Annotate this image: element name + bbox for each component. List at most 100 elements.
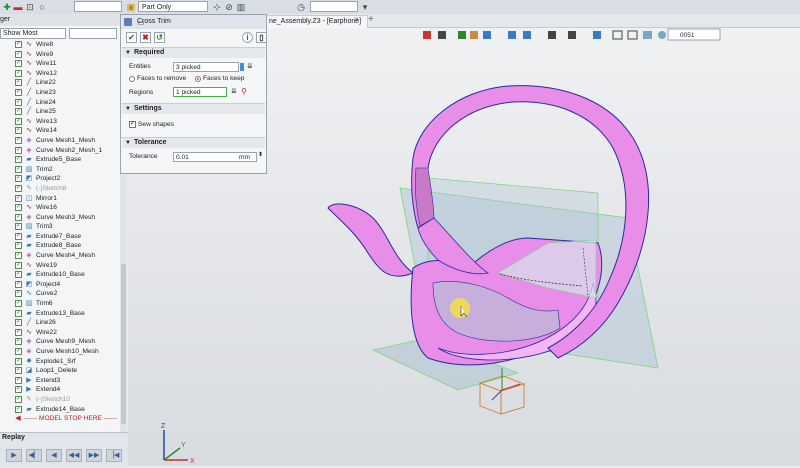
- tree-item[interactable]: ✓ ◪ Loop1_Delete: [0, 366, 120, 376]
- tolerance-section[interactable]: ▼ Tolerance: [122, 137, 265, 148]
- tree-item[interactable]: ✓ ╱ Line24: [0, 98, 120, 108]
- tree-item[interactable]: ✓ ▶ Extend4: [0, 385, 120, 395]
- tree-item-checkbox[interactable]: ✓: [15, 213, 22, 221]
- tree-item-checkbox[interactable]: ✓: [15, 156, 22, 164]
- circle-icon[interactable]: ○: [37, 2, 47, 12]
- required-section[interactable]: ▼ Required: [122, 47, 265, 58]
- dialog-close-icon[interactable]: ▭: [137, 16, 262, 30]
- clock-icon[interactable]: ◷: [296, 2, 306, 12]
- tree-item[interactable]: ✓ ∿ Wire16: [0, 203, 120, 213]
- tab-earphone[interactable]: ne_Assembly.Z3 - [Earphone]: [262, 15, 369, 28]
- tree-item[interactable]: ✓ ∿ Wire19: [0, 261, 120, 271]
- tree-item-checkbox[interactable]: ✓: [15, 146, 22, 154]
- view-tool-icon[interactable]: [593, 31, 601, 39]
- tree-item[interactable]: ✓ ▰ Extrude8_Base: [0, 241, 120, 251]
- replay-play-button[interactable]: ▶: [6, 449, 22, 462]
- tree-search-input[interactable]: [69, 28, 117, 39]
- settings-section[interactable]: ▼ Settings: [122, 103, 265, 114]
- apply-button[interactable]: ↺: [154, 32, 165, 43]
- tree-item[interactable]: ✓ ◈ Curve Mesh10_Mesh: [0, 347, 120, 357]
- tree-item[interactable]: ✓ ▰ Extrude14_Base: [0, 405, 120, 415]
- tree-item-checkbox[interactable]: ✓: [15, 117, 22, 125]
- tree-item[interactable]: ✓ ▰ Extrude5_Base: [0, 155, 120, 165]
- tree-item[interactable]: ✓ ◈ Curve Mesh9_Mesh: [0, 337, 120, 347]
- add-tab-icon[interactable]: +: [368, 14, 374, 25]
- tree-item[interactable]: ✓ ∿ Wire12: [0, 69, 120, 79]
- tree-item[interactable]: ✓ ╱ Line23: [0, 88, 120, 98]
- tree-item[interactable]: ✓ ✎ (-)Sketch8: [0, 184, 120, 194]
- history-dropdown[interactable]: [310, 1, 358, 12]
- tree-item[interactable]: ✓ ╱ Line22: [0, 78, 120, 88]
- tree-item[interactable]: ✓ ╱ Line26: [0, 318, 120, 328]
- sew-shapes-checkbox[interactable]: ✓: [129, 121, 136, 128]
- tree-item[interactable]: ✓ ▨ Trim6: [0, 299, 120, 309]
- tree-item-checkbox[interactable]: ✓: [15, 367, 22, 375]
- regions-expand-icon[interactable]: ⇊: [231, 87, 237, 95]
- tree-item-checkbox[interactable]: ✓: [15, 290, 22, 298]
- tree-item[interactable]: ✓ ✎ (-)Sketch10: [0, 395, 120, 405]
- tree-item-checkbox[interactable]: ✓: [15, 60, 22, 68]
- tree-item-checkbox[interactable]: ✓: [15, 300, 22, 308]
- tree-item[interactable]: ✓ ∿ Wire9: [0, 50, 120, 60]
- tree-item[interactable]: ✓ ◩ Project4: [0, 280, 120, 290]
- block-icon[interactable]: ⊘: [224, 2, 234, 12]
- tree-item-checkbox[interactable]: ✓: [15, 338, 22, 346]
- tree-item-checkbox[interactable]: ✓: [15, 184, 22, 192]
- tree-item[interactable]: ✓ ◈ Curve Mesh2_Mesh_1: [0, 146, 120, 156]
- tree-item-checkbox[interactable]: ✓: [15, 309, 22, 317]
- tree-item-checkbox[interactable]: ✓: [15, 261, 22, 269]
- tree-item-checkbox[interactable]: ✓: [15, 79, 22, 87]
- tree-item-checkbox[interactable]: ✓: [15, 194, 22, 202]
- tree-item[interactable]: ✓ ∿ Wire22: [0, 328, 120, 338]
- replay-step-back-button[interactable]: ◀▏: [26, 449, 42, 462]
- pick-icon[interactable]: ▥: [236, 2, 246, 12]
- tree-item[interactable]: ✓ ∿ Curve2: [0, 289, 120, 299]
- tree-item-checkbox[interactable]: ✓: [15, 98, 22, 106]
- tree-item-checkbox[interactable]: ✓: [15, 108, 22, 116]
- tolerance-field[interactable]: 0.01 mm: [173, 152, 257, 162]
- tree-item-checkbox[interactable]: ✓: [15, 328, 22, 336]
- tree-item-checkbox[interactable]: ✓: [15, 405, 22, 413]
- tree-item-checkbox[interactable]: ✓: [15, 232, 22, 240]
- add-icon[interactable]: ✚: [2, 2, 12, 12]
- tree-item-checkbox[interactable]: ✓: [15, 69, 22, 77]
- info-icon[interactable]: i: [242, 32, 253, 43]
- tree-item-checkbox[interactable]: ✓: [15, 319, 22, 327]
- select-icon[interactable]: ⊡: [25, 2, 35, 12]
- pointer-icon[interactable]: ⊹: [212, 2, 222, 12]
- tree-item[interactable]: ✓ ▰ Extrude10_Base: [0, 270, 120, 280]
- tree-item[interactable]: ✓ ∿ Wire13: [0, 117, 120, 127]
- tree-item-checkbox[interactable]: ✓: [15, 242, 22, 250]
- tree-item[interactable]: ✓ ✸ Explode1_Srf: [0, 357, 120, 367]
- entities-field[interactable]: 3 picked: [173, 62, 239, 72]
- view-tool-icon[interactable]: [658, 31, 666, 39]
- view-tool-icon[interactable]: [627, 30, 638, 40]
- tree-item-checkbox[interactable]: ✓: [15, 204, 22, 212]
- faces-keep-radio[interactable]: [195, 76, 201, 82]
- tree-item[interactable]: ✓ ∿ Wire14: [0, 126, 120, 136]
- tree-scrollbar-thumb[interactable]: [121, 264, 126, 424]
- help-icon[interactable]: ▯: [256, 32, 267, 43]
- tree-item-checkbox[interactable]: ✓: [15, 280, 22, 288]
- view-tool-icon[interactable]: [508, 31, 516, 39]
- tree-item[interactable]: ✓ ▨ Trim2: [0, 165, 120, 175]
- tree-item-checkbox[interactable]: ✓: [15, 175, 22, 183]
- tree-item[interactable]: ✓ ▰ Extrude13_Base: [0, 309, 120, 319]
- tree-item-checkbox[interactable]: ✓: [15, 136, 22, 144]
- tree-item-checkbox[interactable]: ✓: [15, 376, 22, 384]
- tree-item-checkbox[interactable]: ✓: [15, 271, 22, 279]
- tree-item[interactable]: ✓ ∿ Wire11: [0, 59, 120, 69]
- view-tool-icon[interactable]: [548, 31, 556, 39]
- tree-item-checkbox[interactable]: ✓: [15, 386, 22, 394]
- tree-item-checkbox[interactable]: ✓: [15, 41, 22, 48]
- show-filter-dropdown[interactable]: Show Most: [0, 28, 66, 39]
- replay-forward-button[interactable]: ▶▶: [86, 449, 102, 462]
- tree-item-checkbox[interactable]: ✓: [15, 357, 22, 365]
- replay-back-button[interactable]: ◀: [46, 449, 62, 462]
- filter-dropdown-1[interactable]: [74, 1, 122, 12]
- tree-item-checkbox[interactable]: ✓: [15, 50, 22, 58]
- history-menu-icon[interactable]: ▾: [360, 2, 370, 12]
- tree-item[interactable]: ✓ ◈ Curve Mesh4_Mesh: [0, 251, 120, 261]
- tree-item[interactable]: ✓ ◩ Project2: [0, 174, 120, 184]
- regions-pick-icon[interactable]: ⚲: [241, 87, 247, 96]
